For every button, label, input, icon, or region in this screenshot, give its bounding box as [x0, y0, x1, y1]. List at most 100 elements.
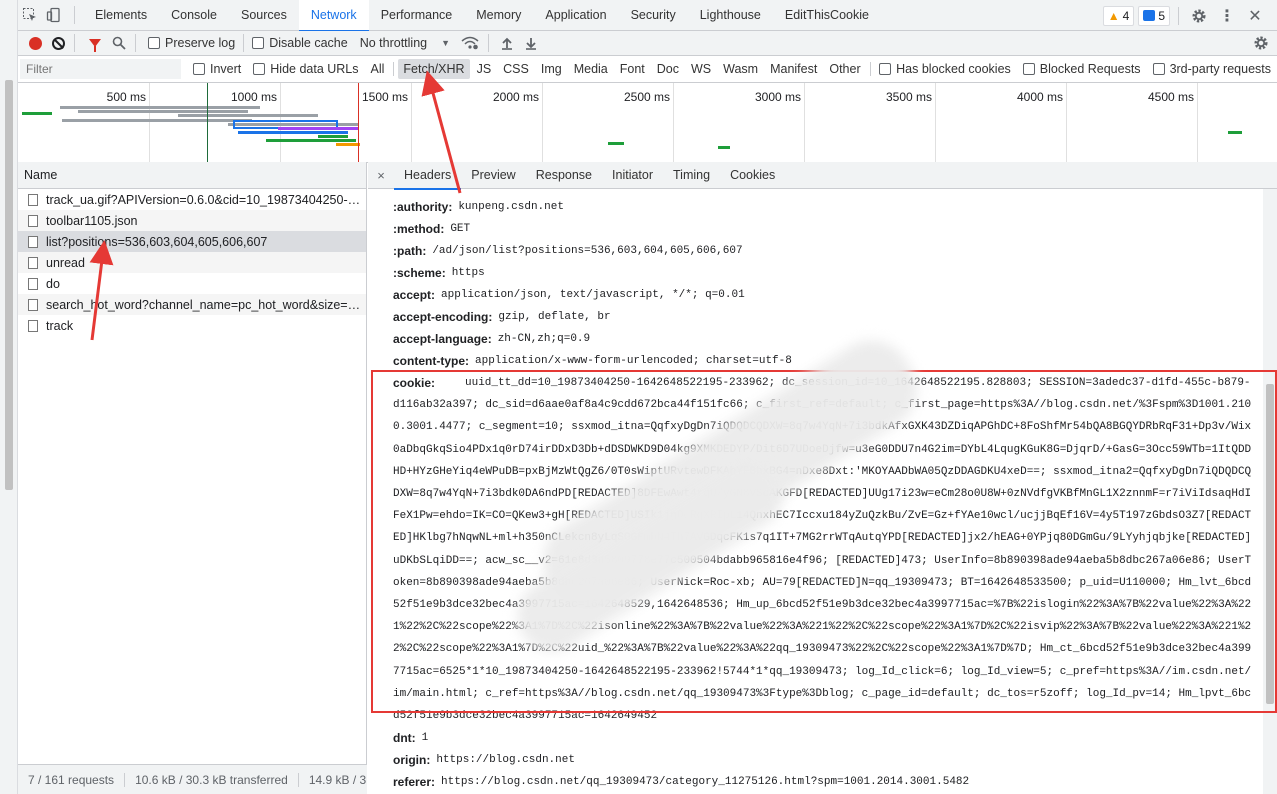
- filter-type-all[interactable]: All: [366, 59, 390, 79]
- checkbox-box[interactable]: [193, 63, 205, 75]
- header-name: :scheme:: [393, 266, 446, 280]
- details-tab-headers[interactable]: Headers: [394, 162, 462, 190]
- divider: [488, 34, 490, 52]
- tab-network[interactable]: Network: [298, 0, 369, 32]
- hide-data-urls-checkbox[interactable]: Hide data URLs: [253, 62, 359, 76]
- request-name: list?positions=536,603,604,605,606,607: [46, 234, 268, 249]
- checkbox-box[interactable]: [879, 63, 892, 75]
- import-har-icon[interactable]: [495, 31, 519, 55]
- tab-console[interactable]: Console: [159, 0, 229, 31]
- third-party-checkbox[interactable]: 3rd-party requests: [1152, 62, 1271, 76]
- details-tab-response[interactable]: Response: [526, 162, 602, 189]
- document-icon: [28, 214, 38, 227]
- details-tab-preview[interactable]: Preview: [461, 162, 525, 189]
- filter-icon[interactable]: [89, 39, 101, 52]
- tab-lighthouse[interactable]: Lighthouse: [688, 0, 773, 31]
- filter-type-img[interactable]: Img: [536, 59, 567, 79]
- column-label: Name: [24, 168, 58, 182]
- disable-cache-checkbox[interactable]: Disable cache: [252, 36, 348, 50]
- request-row[interactable]: list?positions=536,603,604,605,606,607: [18, 231, 366, 252]
- checkbox-box[interactable]: [1022, 63, 1035, 75]
- inspect-element-icon[interactable]: [18, 3, 42, 27]
- document-icon: [28, 256, 38, 269]
- blocked-requests-checkbox[interactable]: Blocked Requests: [1022, 62, 1141, 76]
- close-icon[interactable]: ✕: [1243, 4, 1267, 28]
- filter-type-wasm[interactable]: Wasm: [718, 59, 763, 79]
- header-name: accept-encoding:: [393, 310, 493, 324]
- name-column-header[interactable]: Name: [18, 162, 366, 189]
- header-row: accept-language: zh-CN,zh;q=0.9: [393, 328, 1263, 350]
- throttling-select[interactable]: No throttling ▼: [360, 36, 450, 50]
- header-value: application/x-www-form-urlencoded; chars…: [475, 355, 792, 367]
- filter-type-other[interactable]: Other: [824, 59, 865, 79]
- export-har-icon[interactable]: [519, 31, 543, 55]
- gear-icon[interactable]: [1187, 4, 1211, 28]
- messages-badge[interactable]: 5: [1138, 5, 1170, 26]
- header-row: dnt: 1: [393, 727, 1263, 749]
- network-conditions-icon[interactable]: [458, 31, 482, 55]
- headers-before: :authority: kunpeng.csdn.net:method: GET:p…: [393, 196, 1263, 372]
- invert-checkbox[interactable]: Invert: [193, 62, 241, 76]
- header-value: kunpeng.csdn.net: [458, 201, 564, 213]
- search-icon[interactable]: [109, 31, 129, 55]
- details-tab-initiator[interactable]: Initiator: [602, 162, 663, 189]
- close-icon[interactable]: ×: [368, 168, 394, 183]
- checkbox-box[interactable]: [252, 37, 265, 49]
- left-scrollbar[interactable]: [0, 0, 18, 794]
- filter-input[interactable]: [20, 59, 181, 79]
- filter-type-fetch-xhr[interactable]: Fetch/XHR: [398, 59, 470, 79]
- scrollbar-thumb[interactable]: [5, 80, 13, 490]
- overview-bar: [178, 114, 318, 117]
- filter-type-js[interactable]: JS: [472, 59, 497, 79]
- has-blocked-cookies-checkbox[interactable]: Has blocked cookies: [879, 62, 1011, 76]
- network-summary-bar: 7 / 161 requests 10.6 kB / 30.3 kB trans…: [18, 764, 367, 794]
- hide-data-urls-label: Hide data URLs: [270, 62, 359, 76]
- filter-type-manifest[interactable]: Manifest: [765, 59, 822, 79]
- tab-sources[interactable]: Sources: [229, 0, 299, 31]
- details-tab-cookies[interactable]: Cookies: [720, 162, 785, 189]
- preserve-log-label: Preserve log: [165, 36, 236, 50]
- details-tab-timing[interactable]: Timing: [663, 162, 720, 189]
- network-overview-timeline[interactable]: 500 ms 1000 ms 1500 ms 2000 ms 2500 ms 3…: [18, 83, 1277, 163]
- network-settings-icon[interactable]: [1249, 31, 1273, 55]
- header-name: referer:: [393, 775, 436, 790]
- warnings-badge[interactable]: ▲ 4: [1102, 5, 1135, 26]
- request-row[interactable]: track: [18, 315, 366, 336]
- request-row[interactable]: unread: [18, 252, 366, 273]
- header-name: origin:: [393, 753, 431, 768]
- tick-label: 4000 ms: [1016, 90, 1063, 104]
- request-row[interactable]: track_ua.gif?APIVersion=0.6.0&cid=10_198…: [18, 189, 366, 210]
- tab-elements[interactable]: Elements: [83, 0, 159, 31]
- filter-type-font[interactable]: Font: [615, 59, 650, 79]
- tab-performance[interactable]: Performance: [369, 0, 465, 31]
- tab-memory[interactable]: Memory: [464, 0, 533, 31]
- tab-security[interactable]: Security: [619, 0, 688, 31]
- tick-label: 1000 ms: [230, 90, 277, 104]
- header-value: https://blog.csdn.net: [436, 754, 575, 767]
- tab-application[interactable]: Application: [533, 0, 618, 31]
- checkbox-box[interactable]: [1152, 63, 1165, 75]
- header-value: application/json, text/javascript, */*; …: [441, 289, 745, 301]
- request-row[interactable]: toolbar1105.json: [18, 210, 366, 231]
- filter-type-doc[interactable]: Doc: [652, 59, 684, 79]
- overview-bar: [278, 127, 358, 130]
- filter-type-ws[interactable]: WS: [686, 59, 716, 79]
- clear-button[interactable]: [52, 36, 65, 50]
- filter-type-css[interactable]: CSS: [498, 59, 534, 79]
- overview-bar: [1228, 131, 1242, 134]
- tick-line: [804, 83, 805, 162]
- request-row[interactable]: search_hot_word?channel_name=pc_hot_word…: [18, 294, 366, 315]
- filter-type-media[interactable]: Media: [569, 59, 613, 79]
- tab-editthiscookie[interactable]: EditThisCookie: [773, 0, 881, 31]
- checkbox-box[interactable]: [253, 63, 266, 75]
- checkbox-box[interactable]: [148, 37, 160, 49]
- preserve-log-checkbox[interactable]: Preserve log: [148, 36, 235, 50]
- more-vert-icon[interactable]: ⋮: [1215, 4, 1239, 28]
- tick-line: [149, 83, 150, 162]
- divider: [74, 6, 75, 24]
- record-button[interactable]: [29, 36, 42, 50]
- header-value: /ad/json/list?positions=536,603,604,605,…: [432, 245, 743, 257]
- request-row[interactable]: do: [18, 273, 366, 294]
- header-row: accept-encoding: gzip, deflate, br: [393, 306, 1263, 328]
- device-toolbar-icon[interactable]: [42, 3, 66, 27]
